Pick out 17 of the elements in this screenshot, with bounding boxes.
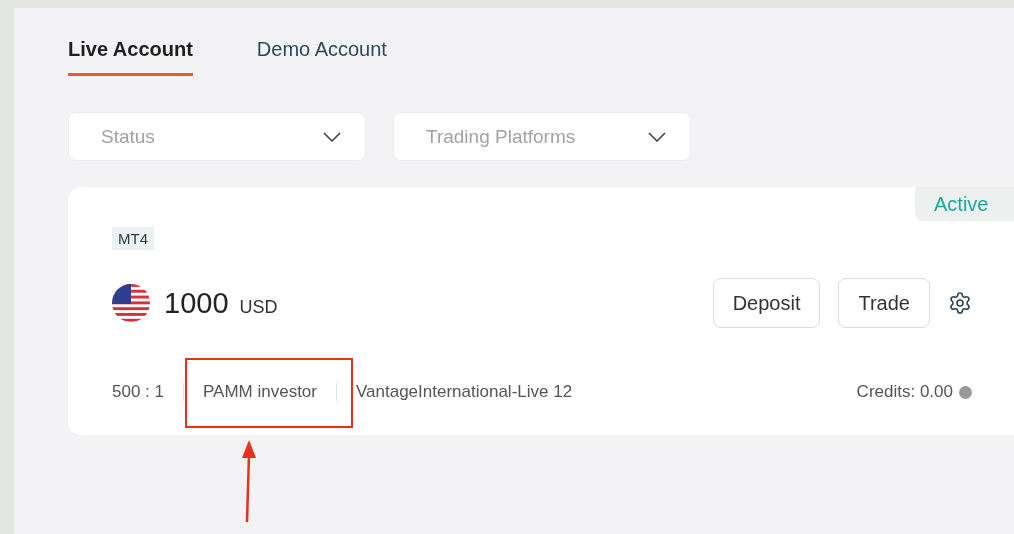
account-type-text: PAMM investor xyxy=(203,382,317,402)
currency-label: USD xyxy=(239,296,278,318)
action-button[interactable]: Trade xyxy=(838,278,930,328)
settings-icon[interactable] xyxy=(948,291,972,315)
credits-text: Credits: 0.00 xyxy=(856,382,953,402)
server-text: VantageInternational-Live 12 xyxy=(356,382,573,402)
account-tab[interactable]: Live Account xyxy=(68,34,193,76)
chevron-down-icon xyxy=(648,131,666,142)
chevron-down-icon xyxy=(323,131,341,142)
status-badge: Active xyxy=(915,187,1014,221)
leverage-text: 500 : 1 xyxy=(112,382,164,402)
balance-amount: 1000 xyxy=(164,286,229,320)
flag-icon xyxy=(112,284,150,322)
info-icon[interactable] xyxy=(959,385,972,399)
platform-tag: MT4 xyxy=(112,227,154,250)
action-button[interactable]: Deposit xyxy=(712,278,821,328)
account-tab[interactable]: Demo Account xyxy=(256,34,387,76)
